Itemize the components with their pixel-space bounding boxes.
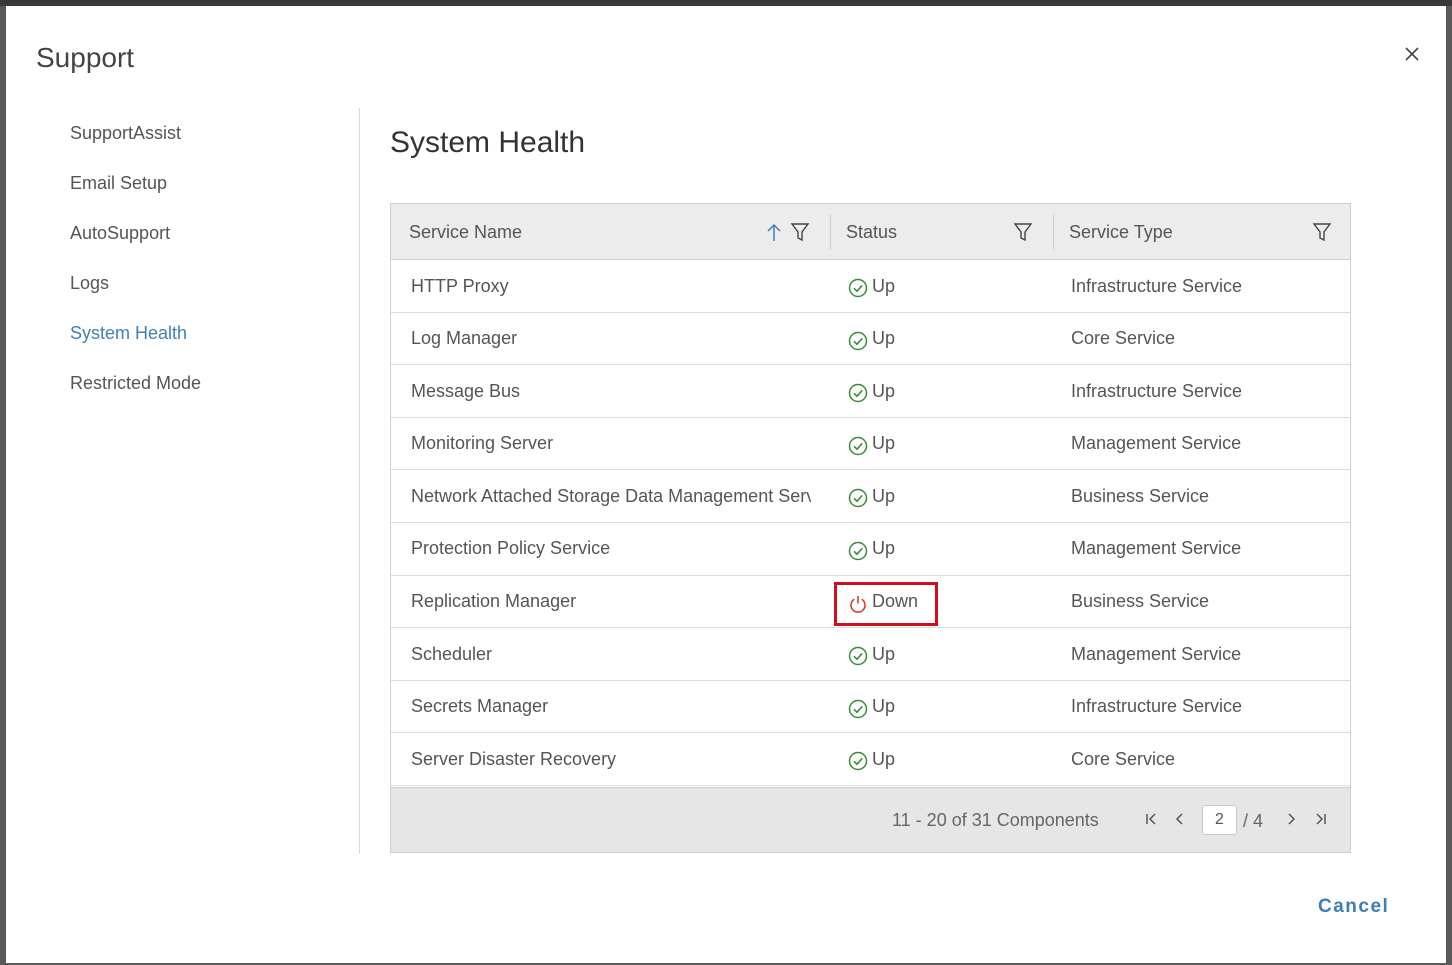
check-circle-icon bbox=[848, 436, 868, 456]
service-name-cell: Replication Manager bbox=[411, 591, 577, 612]
check-circle-icon bbox=[848, 699, 868, 718]
table-row[interactable]: Log Manager Up Core Service bbox=[391, 313, 1350, 366]
sidebar-item-restricted-mode[interactable]: Restricted Mode bbox=[70, 366, 350, 416]
status-cell: Up bbox=[848, 523, 895, 575]
service-type-cell: Business Service bbox=[1071, 485, 1210, 506]
table-row[interactable]: Message Bus Up Infrastructure Service bbox=[391, 365, 1350, 418]
support-modal: Support SupportAssist Email Setup AutoSu… bbox=[6, 6, 1446, 963]
status-text: Up bbox=[872, 538, 896, 559]
pagination-total: / 4 bbox=[1243, 811, 1264, 831]
check-circle-icon bbox=[848, 752, 868, 771]
table-row[interactable]: Secrets Manager Up Infrastructure Servic… bbox=[391, 681, 1350, 734]
sidebar-item-system-health[interactable]: System Health bbox=[70, 316, 350, 366]
modal-title: Support bbox=[36, 42, 135, 73]
last-page-icon bbox=[1316, 813, 1326, 825]
sidebar-item-email-setup[interactable]: Email Setup bbox=[70, 166, 350, 216]
table-row[interactable]: Replication Manager Down Business Servic… bbox=[391, 576, 1350, 629]
table-row[interactable]: Monitoring Server Up Management Service bbox=[391, 418, 1350, 471]
close-button[interactable] bbox=[1400, 42, 1424, 66]
status-text: Up bbox=[872, 748, 896, 769]
status-cell: Up bbox=[848, 470, 895, 522]
next-page-button[interactable] bbox=[1281, 808, 1301, 830]
status-cell: Up bbox=[848, 681, 895, 733]
table-header: Service Name Status Service Type bbox=[391, 204, 1350, 260]
service-name-cell: Network Attached Storage Data Management… bbox=[411, 485, 811, 506]
service-type-cell: Infrastructure Service bbox=[1071, 275, 1243, 296]
close-icon bbox=[1405, 47, 1419, 61]
services-table: Service Name Status Service Type HTTP Pr… bbox=[390, 203, 1351, 853]
check-circle-icon bbox=[848, 489, 868, 508]
status-cell: Up bbox=[848, 733, 895, 785]
status-text: Up bbox=[872, 433, 896, 454]
column-header-service-name[interactable]: Service Name bbox=[409, 204, 522, 260]
service-type-cell: Core Service bbox=[1071, 328, 1176, 349]
sidebar-item-autosupport[interactable]: AutoSupport bbox=[70, 216, 350, 266]
status-cell: Up bbox=[848, 313, 895, 365]
table-row[interactable]: Protection Policy Service Up Management … bbox=[391, 523, 1350, 576]
power-icon bbox=[850, 595, 866, 613]
sidebar-item-logs[interactable]: Logs bbox=[70, 266, 350, 316]
check-circle-icon bbox=[848, 383, 868, 403]
check-circle-icon bbox=[848, 646, 868, 666]
service-type-cell: Management Service bbox=[1071, 433, 1242, 454]
service-name-cell: Log Manager bbox=[411, 328, 518, 349]
table-row[interactable]: HTTP Proxy Up Infrastructure Service bbox=[391, 260, 1350, 313]
status-text: Up bbox=[872, 485, 896, 506]
last-page-button[interactable] bbox=[1311, 808, 1331, 830]
status-cell: Up bbox=[848, 260, 895, 312]
status-text: Up bbox=[872, 380, 896, 401]
service-name-cell: Message Bus bbox=[411, 380, 521, 401]
sidebar-nav: SupportAssist Email Setup AutoSupport Lo… bbox=[70, 116, 350, 416]
status-cell: Up bbox=[848, 418, 895, 470]
service-name-cell: HTTP Proxy bbox=[411, 275, 509, 296]
status-cell: Up bbox=[848, 365, 895, 417]
sidebar-divider bbox=[359, 108, 360, 854]
filter-icon[interactable] bbox=[1013, 221, 1033, 243]
table-row[interactable]: Network Attached Storage Data Management… bbox=[391, 470, 1350, 523]
status-text: Up bbox=[872, 328, 896, 349]
status-text: Up bbox=[872, 275, 896, 296]
table-row[interactable]: Server Disaster Recovery Up Core Service bbox=[391, 733, 1350, 786]
first-page-icon bbox=[1146, 813, 1156, 825]
prev-page-button[interactable] bbox=[1170, 808, 1190, 830]
prev-page-icon bbox=[1175, 813, 1183, 825]
cancel-button[interactable]: Cancel bbox=[1318, 896, 1389, 918]
status-cell: Up bbox=[848, 628, 895, 680]
service-name-cell: Protection Policy Service bbox=[411, 538, 611, 559]
column-separator bbox=[830, 214, 831, 250]
status-text: Up bbox=[872, 643, 896, 664]
table-row[interactable]: Scheduler Up Management Service bbox=[391, 628, 1350, 681]
filter-icon[interactable] bbox=[790, 221, 810, 243]
column-header-status[interactable]: Status bbox=[846, 204, 897, 260]
column-separator bbox=[1053, 214, 1054, 250]
first-page-button[interactable] bbox=[1141, 808, 1161, 830]
page-number-input[interactable] bbox=[1202, 805, 1237, 835]
check-circle-icon bbox=[848, 278, 868, 298]
service-name-cell: Monitoring Server bbox=[411, 433, 554, 454]
service-type-cell: Core Service bbox=[1071, 748, 1176, 769]
service-type-cell: Infrastructure Service bbox=[1071, 696, 1243, 717]
sort-ascending-icon[interactable] bbox=[764, 221, 784, 243]
filter-icon[interactable] bbox=[1312, 221, 1332, 243]
column-header-service-type[interactable]: Service Type bbox=[1069, 204, 1173, 260]
service-name-cell: Scheduler bbox=[411, 643, 493, 664]
service-name-cell: Secrets Manager bbox=[411, 696, 549, 717]
page-title: System Health bbox=[390, 126, 586, 159]
table-body: HTTP Proxy Up Infrastructure Service Log… bbox=[391, 260, 1350, 786]
service-type-cell: Business Service bbox=[1071, 591, 1210, 612]
status-text: Down bbox=[872, 591, 919, 612]
pagination-summary: 11 - 20 of 31 Components bbox=[892, 810, 1099, 830]
check-circle-icon bbox=[848, 331, 868, 350]
service-name-cell: Server Disaster Recovery bbox=[411, 748, 617, 769]
service-type-cell: Management Service bbox=[1071, 643, 1242, 664]
status-text: Up bbox=[872, 696, 896, 717]
service-type-cell: Infrastructure Service bbox=[1071, 380, 1243, 401]
table-footer: 11 - 20 of 31 Components / 4 bbox=[391, 787, 1350, 852]
status-cell: Down bbox=[848, 576, 918, 628]
next-page-icon bbox=[1288, 813, 1296, 825]
check-circle-icon bbox=[848, 541, 868, 561]
sidebar-item-supportassist[interactable]: SupportAssist bbox=[70, 116, 350, 166]
service-type-cell: Management Service bbox=[1071, 538, 1242, 559]
